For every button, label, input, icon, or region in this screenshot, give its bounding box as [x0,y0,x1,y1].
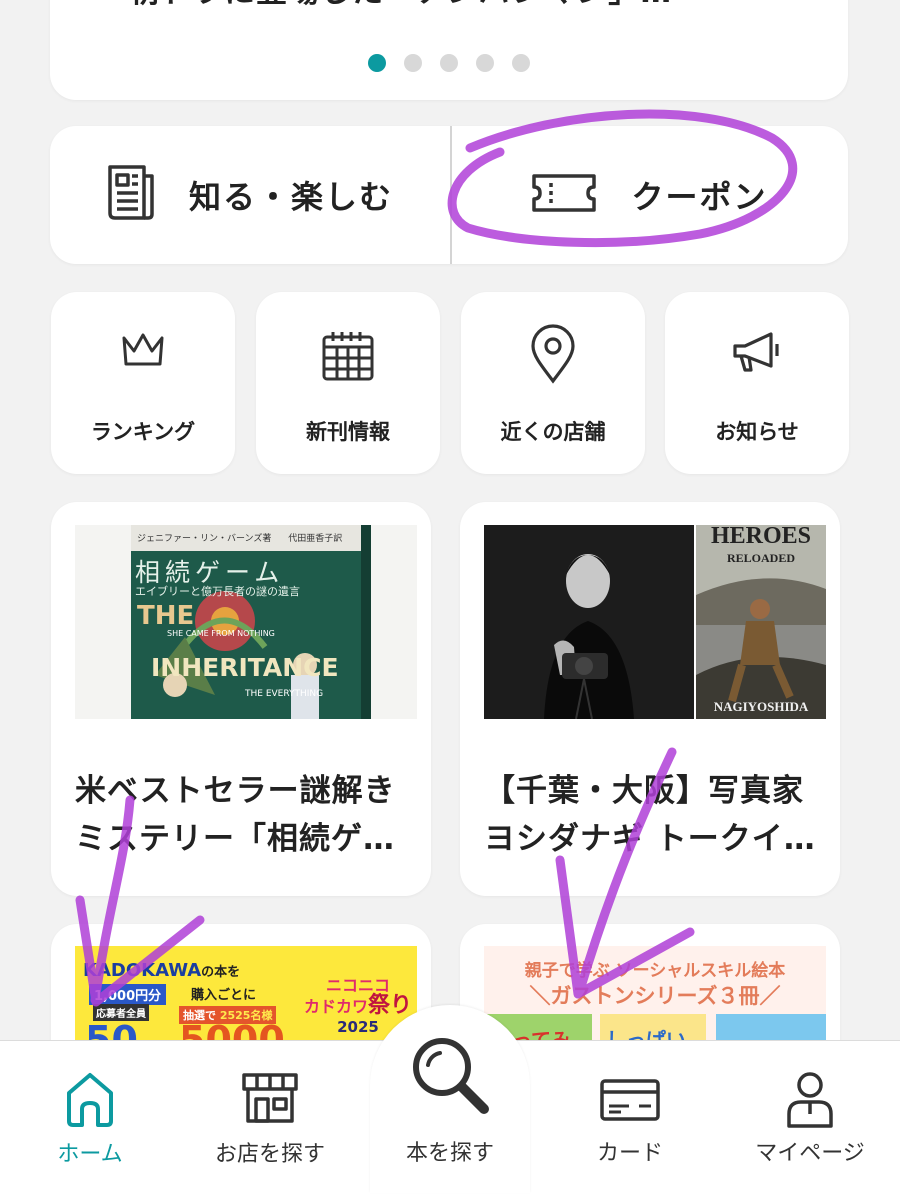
nav-home-label: ホーム [57,1142,123,1167]
nav-home[interactable]: ホーム [0,1041,180,1201]
banner-brand: KADOKAWA [83,960,202,981]
cover-en-inheritance: INHERITANCE [151,653,339,682]
banner-fest-3: 祭り [368,993,413,1018]
nav-card[interactable]: カード [540,1040,720,1200]
nav-find-book-label: 本を探す [405,1141,494,1166]
carousel-title: 朝ドラに登場した「アンパンマン」… [128,0,672,22]
carousel-dot[interactable] [440,54,458,72]
nav-mypage[interactable]: マイページ [720,1040,900,1200]
cover-translator-suffix: 訳 [333,534,343,544]
cover-en-the: THE [137,601,195,631]
ranking-tile[interactable]: ランキング [51,292,235,474]
person-icon [720,1070,900,1130]
calendar-icon [256,330,440,382]
nav-find-store-label: お店を探す [214,1142,325,1167]
map-pin-icon [461,324,645,384]
photo-name-text: NAGIYOSHIDA [713,699,809,714]
megaphone-icon [665,330,849,374]
article-title-line: 【千葉・大阪】写真家 [484,773,804,809]
nearby-stores-label: 近くの店舗 [500,420,606,444]
new-releases-label: 新刊情報 [306,420,390,444]
notices-label: お知らせ [715,420,799,444]
banner-heading: 親子で学ぶ ソーシャルスキル絵本 [524,961,786,981]
coupon-label: クーポン [631,178,768,216]
banner-fest-2: カドカワ [303,997,368,1016]
carousel-dot[interactable] [512,54,530,72]
newspaper-icon [107,164,155,226]
crown-icon [51,330,235,370]
article-title-line: ヨシダナギ トークイ… [484,821,816,857]
know-enjoy-label: 知る・楽しむ [188,178,393,216]
cover-author-suffix: 著 [262,534,272,544]
nav-find-book[interactable]: 本を探す [370,1005,530,1193]
cover-tagline-1: SHE CAME FROM NOTHING [167,629,275,638]
photo-heroes-text: HEROES [710,525,812,549]
article-title: 米ベストセラー謎解き ミステリー「相続ゲ… [75,767,415,863]
nav-mypage-label: マイページ [755,1141,865,1166]
article-title: 【千葉・大阪】写真家 ヨシダナギ トークイ… [484,767,824,863]
banner-line1: の本を [201,965,241,980]
notices-tile[interactable]: お知らせ [665,292,849,474]
nearby-stores-tile[interactable]: 近くの店舗 [461,292,645,474]
cover-subtitle: エイブリーと億万長者の謎の遺言 [135,585,300,598]
coupon-button[interactable]: クーポン [451,126,848,264]
carousel-dot[interactable] [368,54,386,72]
article-title-line: ミステリー「相続ゲ… [75,821,395,857]
store-icon [180,1071,360,1125]
new-releases-tile[interactable]: 新刊情報 [256,292,440,474]
carousel-card[interactable]: 朝ドラに登場した「アンパンマン」… [50,0,848,100]
banner-series: ＼ガストンシリーズ３冊／ [529,984,781,1008]
cover-tagline-2: THE EVERYTHING [245,689,324,699]
carousel-dots [50,54,848,72]
ticket-icon [531,173,597,217]
know-enjoy-button[interactable]: 知る・楽しむ [50,126,450,264]
card-icon [540,1078,720,1122]
quick-links-card: 知る・楽しむ クーポン [50,126,848,264]
article-card[interactable]: ジェニファー・リン・バーンズ著 代田亜香子訳 相続ゲーム エイブリーと億万長者の… [51,502,431,896]
banner-price: 1,000円分 [89,984,167,1005]
event-photo-image: HEROES RELOADED NAGIYOSHIDA [484,525,826,719]
nav-find-store[interactable]: お店を探す [180,1041,360,1201]
cover-translator: 代田亜香子 [288,534,334,544]
article-card[interactable]: HEROES RELOADED NAGIYOSHIDA 【千葉・大阪】写真家 ヨ… [460,502,840,896]
home-icon [0,1071,180,1129]
carousel-dot[interactable] [404,54,422,72]
cover-author: ジェニファー・リン・バーンズ [137,534,263,544]
book-cover-image: ジェニファー・リン・バーンズ著 代田亜香子訳 相続ゲーム エイブリーと億万長者の… [75,525,417,719]
nav-card-label: カード [596,1141,663,1166]
article-title-line: 米ベストセラー謎解き [75,773,396,809]
search-icon [370,1033,530,1117]
banner-line2: 購入ごとに [191,988,257,1003]
ranking-label: ランキング [90,420,196,444]
photo-reloaded-text: RELOADED [726,551,795,565]
carousel-dot[interactable] [476,54,494,72]
